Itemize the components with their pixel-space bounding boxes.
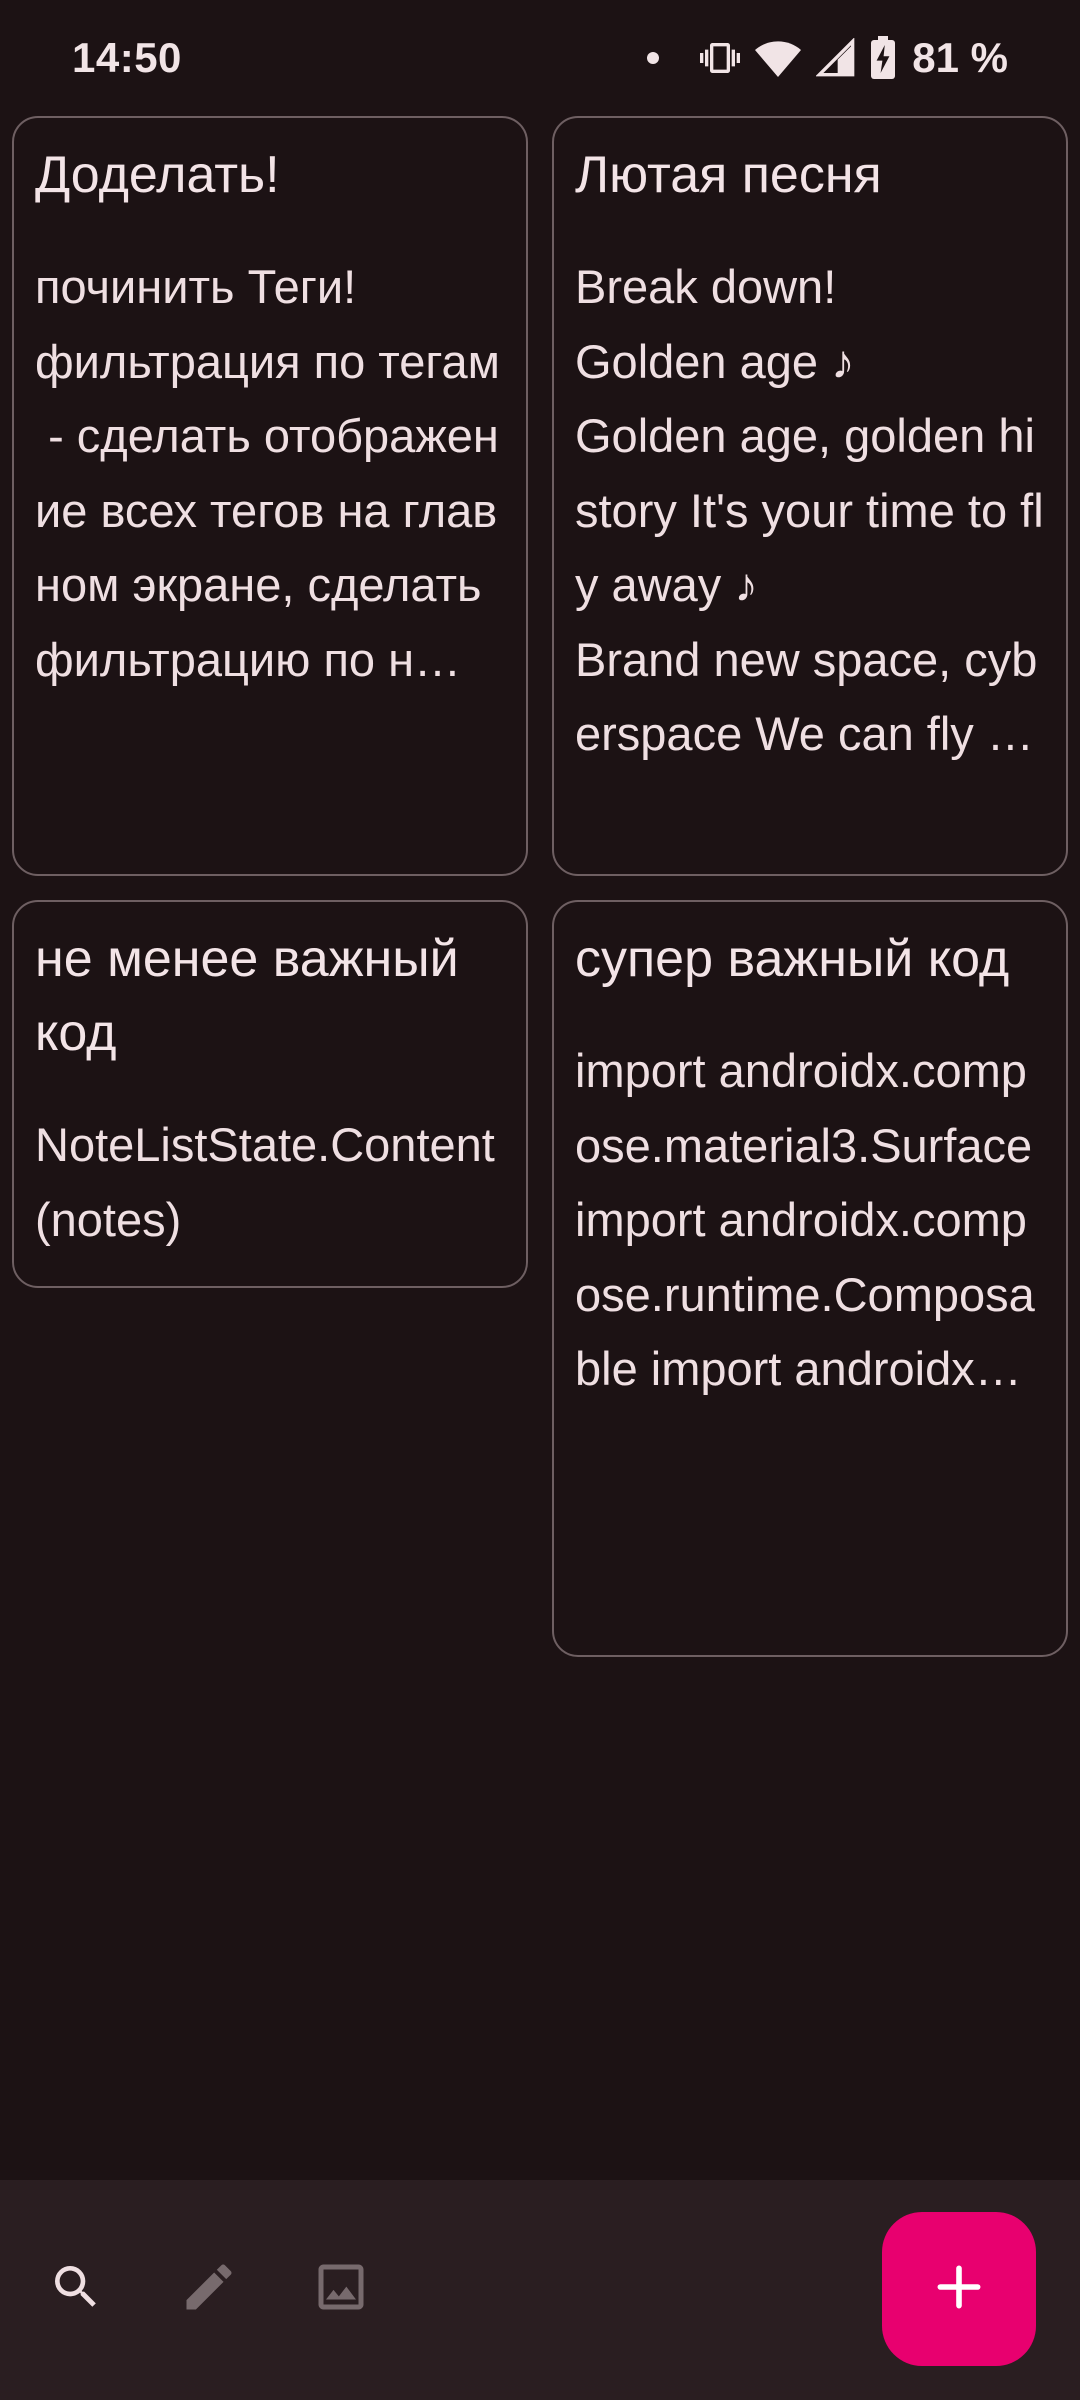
cell-signal-icon	[816, 38, 856, 78]
note-title: Лютая песня	[575, 146, 882, 204]
image-button[interactable]	[293, 2241, 389, 2337]
vibrate-icon	[700, 38, 741, 78]
note-body: Break down! Golden age ♪ Golden age, gol…	[575, 260, 1044, 760]
bottom-app-bar	[0, 2180, 1080, 2400]
notes-grid: Доделать! починить Теги! фильтрация по т…	[0, 0, 1080, 2180]
wifi-icon	[754, 38, 802, 78]
note-card[interactable]: Доделать! починить Теги! фильтрация по т…	[12, 116, 528, 876]
search-button[interactable]	[28, 2241, 124, 2337]
note-list-screen: Доделать! починить Теги! фильтрация по т…	[0, 0, 1080, 2400]
note-body: починить Теги! фильтрация по тегам - сде…	[35, 260, 500, 686]
search-icon	[48, 2259, 104, 2320]
battery-charging-icon	[870, 36, 896, 80]
notification-dot-icon	[646, 51, 660, 65]
note-title: Доделать!	[35, 146, 280, 204]
status-bar: 14:50 81 %	[0, 0, 1080, 116]
edit-icon	[179, 2257, 239, 2322]
status-time: 14:50	[72, 34, 182, 81]
note-title: супер важный код	[575, 930, 1010, 988]
edit-button[interactable]	[161, 2241, 257, 2337]
plus-icon	[931, 2259, 987, 2320]
note-body: import androidx.compose.material3.Surfac…	[575, 1044, 1046, 1395]
note-card[interactable]: супер важный код import androidx.compose…	[552, 900, 1068, 1657]
status-icons: 81 %	[646, 34, 1008, 82]
add-note-button[interactable]	[882, 2212, 1036, 2366]
note-card[interactable]: Лютая песня Break down! Golden age ♪ Gol…	[552, 116, 1068, 876]
battery-percent: 81 %	[912, 34, 1008, 81]
image-icon	[311, 2257, 371, 2322]
note-title: не менее важный код	[35, 930, 459, 1062]
note-card[interactable]: не менее важный код NoteListState.Conten…	[12, 900, 528, 1288]
note-body: NoteListState.Content(notes)	[35, 1118, 495, 1246]
